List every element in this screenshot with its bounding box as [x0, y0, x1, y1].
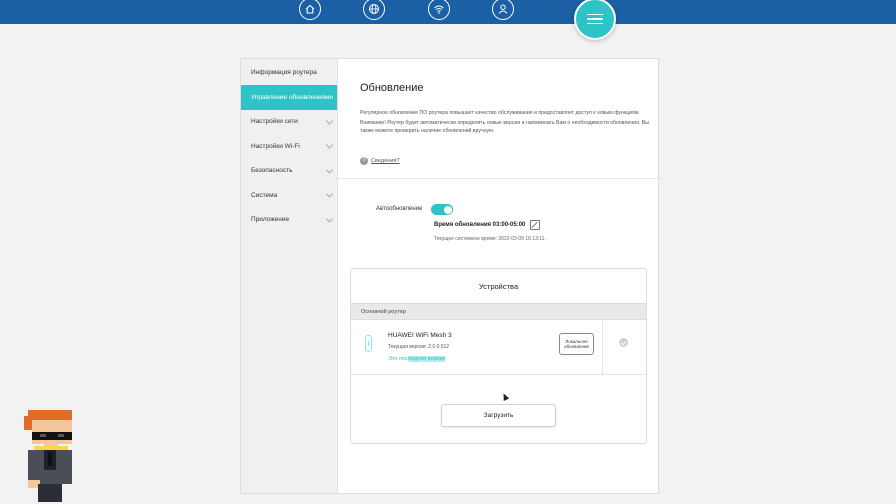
chevron-down-icon: [325, 117, 334, 125]
sidebar: Информация роутера Управление обновления…: [241, 59, 338, 493]
user-icon[interactable]: [492, 0, 514, 20]
question-icon: ?: [360, 157, 368, 165]
sidebar-item-application[interactable]: Приложение: [241, 208, 337, 233]
sidebar-item-update-management[interactable]: Управление обновлениями: [241, 85, 337, 110]
sidebar-item-label: Безопасность: [251, 167, 293, 175]
sidebar-item-security[interactable]: Безопасность: [241, 159, 337, 184]
sidebar-item-label: Приложение: [251, 216, 290, 224]
device-version: Текущая версия: 2.0.0.512: [388, 344, 450, 350]
latest-version-highlight: ледняя версия: [407, 356, 446, 362]
warning-text: Внимание! Роутер будет автоматически опр…: [360, 120, 649, 134]
device-name: HUAWEI WiFi Mesh 3: [388, 332, 452, 339]
divider: [602, 320, 603, 375]
sidebar-item-label: Настройки Wi-Fi: [251, 142, 300, 150]
sidebar-item-label: Информация роутера: [251, 68, 317, 76]
sidebar-item-network-settings[interactable]: Настройки сети: [241, 110, 337, 135]
local-update-button[interactable]: Локальное обновление: [559, 333, 594, 355]
auto-update-toggle[interactable]: [431, 204, 453, 215]
pixel-avatar: [24, 410, 72, 502]
edit-icon[interactable]: [530, 220, 540, 230]
main-content: Обновление Регулярное обновление ПО роут…: [338, 59, 660, 493]
wifi-icon[interactable]: [428, 0, 450, 20]
chevron-down-icon: [325, 141, 334, 149]
check-icon[interactable]: [619, 338, 628, 347]
devices-panel: Устройства Основной роутер HUAWEI WiFi M…: [350, 268, 647, 444]
update-description: Регулярное обновление ПО роутера повышае…: [360, 109, 650, 135]
sidebar-item-wifi-settings[interactable]: Настройки Wi-Fi: [241, 134, 337, 159]
sidebar-item-label: Настройки сети: [251, 118, 298, 126]
chevron-down-icon: [325, 166, 334, 174]
details-link[interactable]: ? Сведения?: [360, 157, 400, 165]
group-header: Основной роутер: [351, 303, 646, 320]
description-text: Регулярное обновление ПО роутера повышае…: [360, 110, 640, 116]
chevron-down-icon: [325, 190, 334, 198]
latest-version-prefix: Это пос: [388, 356, 408, 362]
home-icon[interactable]: [299, 0, 321, 20]
page-title: Обновление: [360, 82, 424, 94]
sidebar-item-label: Система: [251, 191, 278, 199]
upload-button[interactable]: Загрузить: [441, 404, 556, 427]
router-icon: [365, 335, 372, 352]
device-row: HUAWEI WiFi Mesh 3 Текущая версия: 2.0.0…: [351, 320, 646, 375]
system-time: Текущее системное время: 2022-03-09 16:1…: [434, 236, 546, 242]
auto-update-label: Автообновление: [376, 206, 423, 212]
top-navigation-bar: [0, 0, 896, 24]
update-time-label: Время обновления 03:00-05:00: [434, 222, 526, 228]
sidebar-item-system[interactable]: Система: [241, 183, 337, 208]
sidebar-item-label: Управление обновлениями: [251, 93, 334, 101]
devices-title: Устройства: [478, 281, 519, 291]
hamburger-menu-icon[interactable]: [574, 0, 616, 40]
globe-icon[interactable]: [363, 0, 385, 20]
settings-panel: Информация роутера Управление обновления…: [240, 58, 660, 494]
divider: [338, 178, 660, 179]
latest-version-status: Это последняя версия: [388, 356, 446, 362]
details-link-text: Сведения?: [371, 158, 400, 164]
chevron-down-icon: [325, 215, 334, 223]
sidebar-item-router-info[interactable]: Информация роутера: [241, 59, 337, 85]
